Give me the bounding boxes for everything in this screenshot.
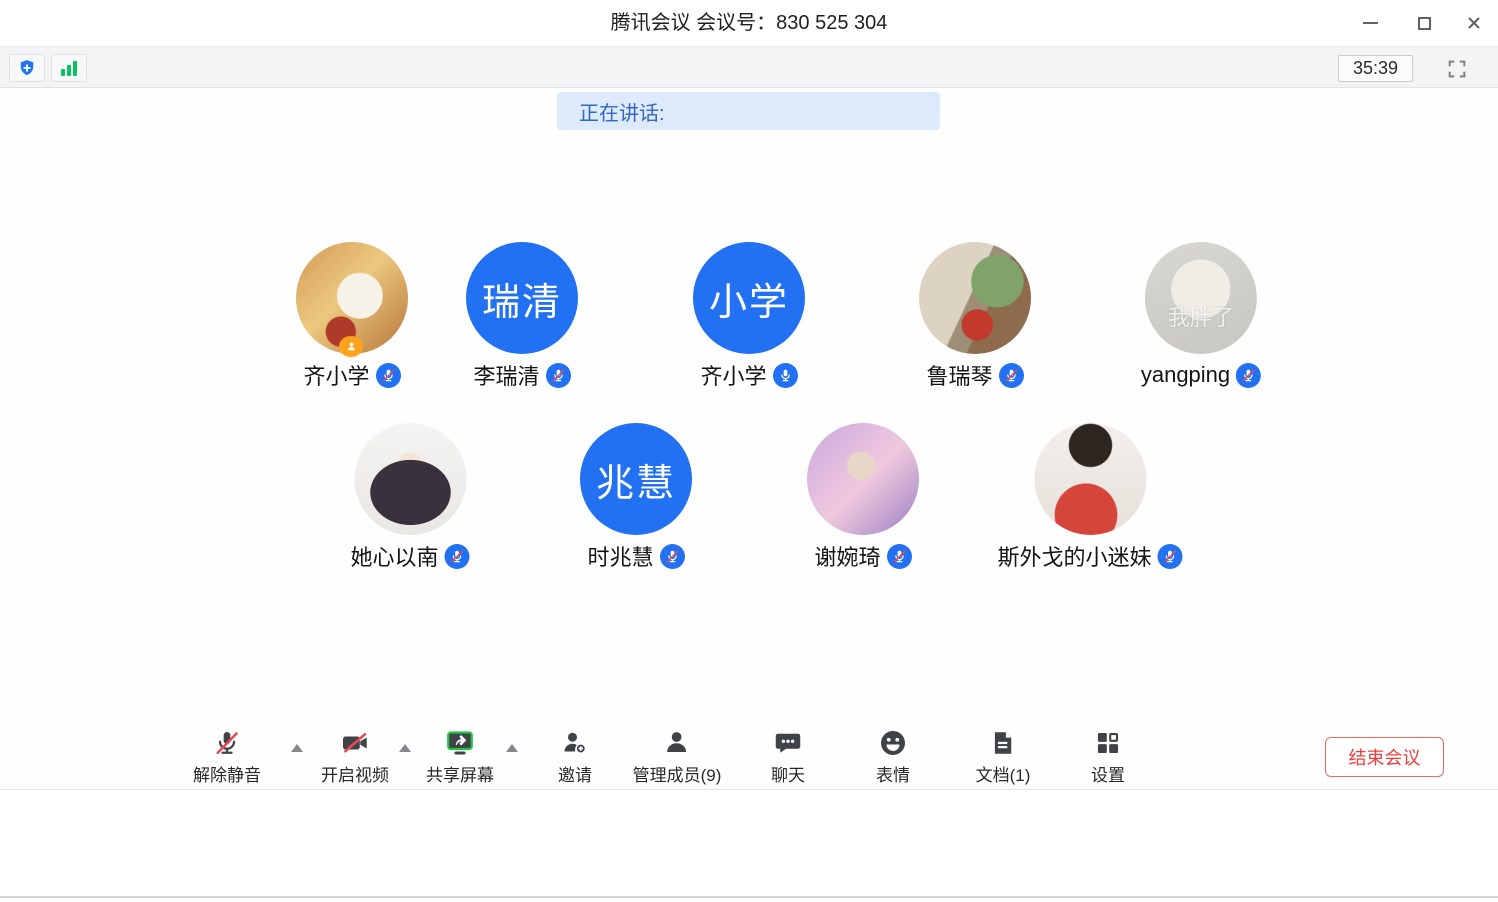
participant-tile[interactable]: 斯外戈的小迷妹 bbox=[997, 423, 1182, 570]
meeting-toolbar: 解除静音 开启视频 共享屏幕 邀请 管理成员(9) bbox=[0, 718, 1498, 790]
maximize-button[interactable] bbox=[1408, 8, 1440, 38]
mic-muted-icon bbox=[1158, 544, 1183, 569]
window-title: 腾讯会议 会议号：830 525 304 bbox=[0, 0, 1498, 46]
avatar-initials: 小学 bbox=[693, 242, 805, 354]
participant-name: 鲁瑞琴 bbox=[926, 359, 992, 391]
manage-members-label: 管理成员(9) bbox=[633, 761, 722, 786]
speaking-banner: 正在讲话: bbox=[557, 92, 940, 130]
emoji-label: 表情 bbox=[876, 761, 910, 786]
avatar bbox=[919, 242, 1031, 354]
shield-plus-icon bbox=[17, 58, 37, 78]
participant-tile[interactable]: 兆慧 时兆慧 bbox=[580, 423, 692, 570]
network-status-button[interactable] bbox=[51, 54, 87, 82]
participant-name: 齐小学 bbox=[303, 359, 369, 391]
screen-bottom-divider bbox=[0, 896, 1498, 898]
meeting-topbar: 35:39 bbox=[0, 46, 1498, 88]
host-badge-icon bbox=[339, 336, 363, 357]
mic-muted-icon bbox=[1236, 363, 1261, 388]
avatar: 瑞清 bbox=[466, 242, 578, 354]
maximize-icon bbox=[1418, 17, 1431, 30]
participant-name: yangping bbox=[1141, 362, 1230, 388]
participant-tile[interactable]: 我胖了 yangping bbox=[1141, 242, 1261, 389]
emoji-button[interactable]: 表情 bbox=[876, 726, 910, 786]
invite-button[interactable]: 邀请 bbox=[558, 726, 592, 786]
chat-icon bbox=[773, 726, 803, 758]
fullscreen-icon bbox=[1446, 58, 1468, 80]
mic-on-icon bbox=[773, 363, 798, 388]
speaking-banner-label: 正在讲话: bbox=[579, 97, 665, 126]
participant-name: 她心以南 bbox=[350, 540, 438, 572]
end-meeting-button[interactable]: 结束会议 bbox=[1325, 737, 1444, 777]
avatar-initials: 瑞清 bbox=[466, 242, 578, 354]
chat-button[interactable]: 聊天 bbox=[771, 726, 805, 786]
participant-name: 齐小学 bbox=[700, 359, 766, 391]
video-options-caret-icon[interactable] bbox=[399, 744, 411, 752]
participant-tile[interactable]: 鲁瑞琴 bbox=[919, 242, 1031, 389]
unmute-label: 解除静音 bbox=[193, 761, 261, 786]
invite-label: 邀请 bbox=[558, 761, 592, 786]
mic-muted-icon bbox=[546, 363, 571, 388]
share-screen-button[interactable]: 共享屏幕 bbox=[426, 726, 494, 786]
person-icon bbox=[662, 726, 692, 758]
titlebar: 腾讯会议 会议号：830 525 304 bbox=[0, 0, 1498, 46]
share-screen-icon bbox=[443, 726, 477, 758]
close-button[interactable] bbox=[1458, 8, 1490, 38]
settings-label: 设置 bbox=[1091, 761, 1125, 786]
share-options-caret-icon[interactable] bbox=[506, 744, 518, 752]
avatar-overlay-text: 我胖了 bbox=[1145, 300, 1257, 332]
settings-icon bbox=[1094, 726, 1122, 758]
avatar: 我胖了 bbox=[1145, 242, 1257, 354]
participant-tile[interactable]: 谢婉琦 bbox=[807, 423, 919, 570]
camera-off-icon bbox=[339, 726, 371, 758]
mic-muted-icon bbox=[376, 363, 401, 388]
participant-name: 斯外戈的小迷妹 bbox=[997, 540, 1151, 572]
avatar bbox=[296, 242, 408, 354]
participant-tile[interactable]: 她心以南 bbox=[350, 423, 469, 570]
documents-label: 文档(1) bbox=[976, 761, 1031, 786]
mic-options-caret-icon[interactable] bbox=[291, 744, 303, 752]
avatar: 兆慧 bbox=[580, 423, 692, 535]
network-signal-icon bbox=[61, 61, 77, 76]
meeting-security-button[interactable] bbox=[9, 54, 45, 82]
fullscreen-button[interactable] bbox=[1443, 55, 1470, 82]
manage-members-button[interactable]: 管理成员(9) bbox=[633, 726, 722, 786]
emoji-icon bbox=[878, 726, 908, 758]
minimize-button[interactable] bbox=[1354, 8, 1386, 38]
participant-name: 李瑞清 bbox=[473, 359, 539, 391]
avatar bbox=[1034, 423, 1146, 535]
participant-name: 时兆慧 bbox=[587, 540, 653, 572]
share-screen-label: 共享屏幕 bbox=[426, 761, 494, 786]
settings-button[interactable]: 设置 bbox=[1091, 726, 1125, 786]
mic-muted-icon bbox=[445, 544, 470, 569]
person-add-icon bbox=[560, 726, 590, 758]
participant-tile[interactable]: 齐小学 bbox=[296, 242, 408, 389]
avatar-initials: 兆慧 bbox=[580, 423, 692, 535]
meeting-stage: 正在讲话: 齐小学 瑞清 李瑞清 bbox=[0, 88, 1498, 790]
chat-label: 聊天 bbox=[771, 761, 805, 786]
tencent-meeting-window: 腾讯会议 会议号：830 525 304 35:39 bbox=[0, 0, 1498, 902]
meeting-timer: 35:39 bbox=[1338, 55, 1413, 82]
mic-muted-icon bbox=[887, 544, 912, 569]
avatar bbox=[807, 423, 919, 535]
mic-off-icon bbox=[212, 726, 242, 758]
mic-muted-icon bbox=[660, 544, 685, 569]
minimize-icon bbox=[1363, 22, 1378, 24]
close-icon bbox=[1466, 15, 1482, 31]
participant-tile[interactable]: 小学 齐小学 bbox=[693, 242, 805, 389]
documents-button[interactable]: 文档(1) bbox=[976, 726, 1031, 786]
participant-name: 谢婉琦 bbox=[814, 540, 880, 572]
unmute-button[interactable]: 解除静音 bbox=[193, 726, 261, 786]
avatar bbox=[354, 423, 466, 535]
participant-tile[interactable]: 瑞清 李瑞清 bbox=[466, 242, 578, 389]
mic-muted-icon bbox=[999, 363, 1024, 388]
document-icon bbox=[989, 726, 1017, 758]
avatar: 小学 bbox=[693, 242, 805, 354]
start-video-button[interactable]: 开启视频 bbox=[321, 726, 389, 786]
start-video-label: 开启视频 bbox=[321, 761, 389, 786]
